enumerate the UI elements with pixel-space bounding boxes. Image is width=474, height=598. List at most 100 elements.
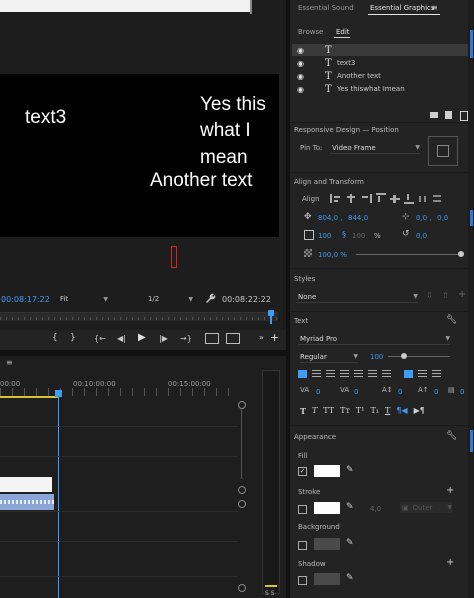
shadow-color-swatch[interactable] — [314, 573, 340, 585]
distribute-v-icon[interactable] — [432, 193, 442, 203]
style-pull-icon[interactable]: ⇧ — [442, 291, 449, 300]
text-wrench-icon[interactable]: 🔧︎ — [446, 315, 457, 325]
time-ruler[interactable] — [0, 388, 238, 396]
step-forward-icon[interactable]: |▶ — [159, 334, 168, 343]
small-caps-icon[interactable]: Tт — [340, 406, 350, 415]
position-y[interactable]: 844,0 — [348, 214, 368, 222]
go-to-out-button[interactable]: →} — [180, 334, 192, 343]
stroke-eyedropper-icon[interactable]: ✎ — [346, 502, 354, 512]
tsume-value[interactable]: 0 — [460, 388, 464, 396]
anchor-y[interactable]: 0,0 — [437, 214, 448, 222]
text-align-right-icon[interactable] — [326, 370, 335, 378]
opacity-slider[interactable] — [356, 254, 464, 255]
timeline-menu-icon[interactable]: ≡ — [6, 358, 13, 367]
panel-scrollbar-track[interactable] — [468, 0, 474, 598]
text-justify-center-icon[interactable] — [354, 370, 363, 378]
video-canvas[interactable]: text3 Yes this what I mean Another text — [0, 74, 279, 237]
text-align-left-icon[interactable] — [298, 370, 307, 378]
timeline-scroll-top-handle[interactable] — [238, 401, 246, 409]
link-icon[interactable]: § — [342, 230, 346, 239]
pin-to-dropdown[interactable]: Video Frame ▼ — [330, 142, 420, 154]
text-bottom-align-icon[interactable] — [432, 370, 441, 378]
tab-menu-icon[interactable]: ≡ — [431, 3, 438, 12]
fill-color-swatch[interactable] — [314, 465, 340, 477]
font-dropdown[interactable]: Myriad Pro ▼ — [298, 333, 450, 345]
resolution-dropdown[interactable]: 1/2 ▼ — [148, 294, 193, 304]
eye-icon[interactable]: ◉ — [297, 46, 311, 55]
subtab-browse[interactable]: Browse — [298, 28, 324, 36]
mark-out-button[interactable]: } — [70, 333, 76, 343]
leading-value[interactable]: 0 — [398, 388, 402, 396]
stroke-add-icon[interactable]: + — [446, 485, 454, 496]
canvas-yes-line3[interactable]: mean — [200, 147, 248, 169]
text-align-center-icon[interactable] — [312, 370, 321, 378]
mark-in-button[interactable]: { — [52, 333, 58, 343]
kerning-value[interactable]: 0 — [354, 388, 358, 396]
align-bottom-icon[interactable] — [404, 192, 414, 204]
work-area-bar[interactable] — [0, 396, 58, 398]
layer-row-0[interactable]: ◉ T — [292, 44, 470, 56]
align-right-icon[interactable] — [360, 193, 372, 203]
tab-essential-sound[interactable]: Essential Sound — [298, 4, 354, 12]
font-size-slider-thumb[interactable] — [401, 353, 407, 359]
styles-dropdown[interactable]: None ▼ — [296, 291, 418, 303]
background-color-swatch[interactable] — [314, 538, 340, 550]
stroke-width-value[interactable]: 4,0 — [370, 505, 381, 513]
layer-row-2[interactable]: ◉ T Another text — [292, 70, 470, 82]
scale-value[interactable]: 100 — [318, 232, 331, 240]
anchor-x[interactable]: 0,0 , — [416, 214, 432, 222]
canvas-text3[interactable]: text3 — [25, 107, 66, 129]
panel-scrollbar-blue-1[interactable] — [470, 30, 473, 58]
scrub-bar[interactable] — [0, 312, 278, 321]
font-size-slider[interactable] — [388, 356, 450, 357]
underline-icon[interactable]: T — [385, 406, 390, 415]
appearance-wrench-icon[interactable]: 🔧︎ — [446, 431, 457, 441]
fill-eyedropper-icon[interactable]: ✎ — [346, 465, 354, 475]
panel-scrollbar-blue-3[interactable] — [470, 430, 473, 452]
faux-bold-icon[interactable]: T — [300, 406, 306, 416]
delete-layer-icon[interactable] — [460, 111, 468, 121]
stroke-type-dropdown[interactable]: ▣ Outer ▼ — [400, 502, 452, 513]
timeline-scroll-mid-handle-2[interactable] — [238, 500, 246, 508]
baseline-value[interactable]: 0 — [434, 388, 438, 396]
eye-icon[interactable]: ◉ — [297, 85, 311, 94]
style-push-icon[interactable]: ⇩ — [426, 291, 433, 300]
timeline-scroll-track[interactable] — [241, 409, 242, 479]
timeline-scroll-bottom-handle[interactable] — [238, 584, 246, 592]
opacity-slider-thumb[interactable] — [458, 251, 464, 257]
all-caps-icon[interactable]: TT — [323, 406, 334, 415]
faux-italic-icon[interactable]: T — [312, 406, 317, 415]
extract-icon[interactable] — [226, 333, 240, 344]
align-left-icon[interactable] — [330, 193, 342, 203]
shadow-checkbox[interactable] — [298, 576, 307, 585]
text-middle-align-icon[interactable] — [418, 370, 427, 378]
wrench-icon[interactable] — [205, 293, 216, 304]
canvas-another-text[interactable]: Another text — [150, 170, 252, 192]
rotation-value[interactable]: 0,0 — [416, 232, 427, 240]
text-direction-ltr-icon[interactable]: ¶◀ — [396, 406, 407, 415]
timecode-left[interactable]: 00:08:17:22 — [1, 295, 50, 304]
step-back-icon[interactable]: ◀| — [117, 334, 126, 343]
fill-checkbox[interactable]: ✓ — [298, 467, 307, 476]
align-center-v-icon[interactable] — [390, 193, 400, 203]
shadow-add-icon[interactable]: + — [446, 557, 454, 568]
tab-essential-graphics[interactable]: Essential Graphics — [370, 4, 435, 12]
canvas-yes-line1[interactable]: Yes this — [200, 94, 266, 116]
weight-dropdown[interactable]: Regular ▼ — [300, 351, 358, 363]
canvas-yes-line2[interactable]: what I — [200, 120, 251, 142]
pin-anchor-widget[interactable] — [428, 136, 458, 166]
stroke-checkbox[interactable] — [298, 505, 307, 514]
timeline-scroll-mid-handle[interactable] — [238, 486, 246, 494]
position-x[interactable]: 804,0 , — [318, 214, 343, 222]
lift-icon[interactable] — [205, 333, 219, 344]
align-top-icon[interactable] — [376, 192, 386, 204]
graphic-clip[interactable] — [0, 477, 52, 492]
meter-solo-buttons[interactable]: S S — [265, 590, 275, 597]
shadow-eyedropper-icon[interactable]: ✎ — [346, 573, 354, 583]
superscript-icon[interactable]: T¹ — [356, 406, 365, 415]
selection-box[interactable] — [171, 246, 177, 268]
scale-h-value[interactable]: 100 — [352, 232, 365, 240]
eye-icon[interactable]: ◉ — [297, 72, 311, 81]
more-controls-icon[interactable]: » — [259, 333, 264, 342]
new-layer-folder-icon[interactable] — [430, 112, 438, 118]
